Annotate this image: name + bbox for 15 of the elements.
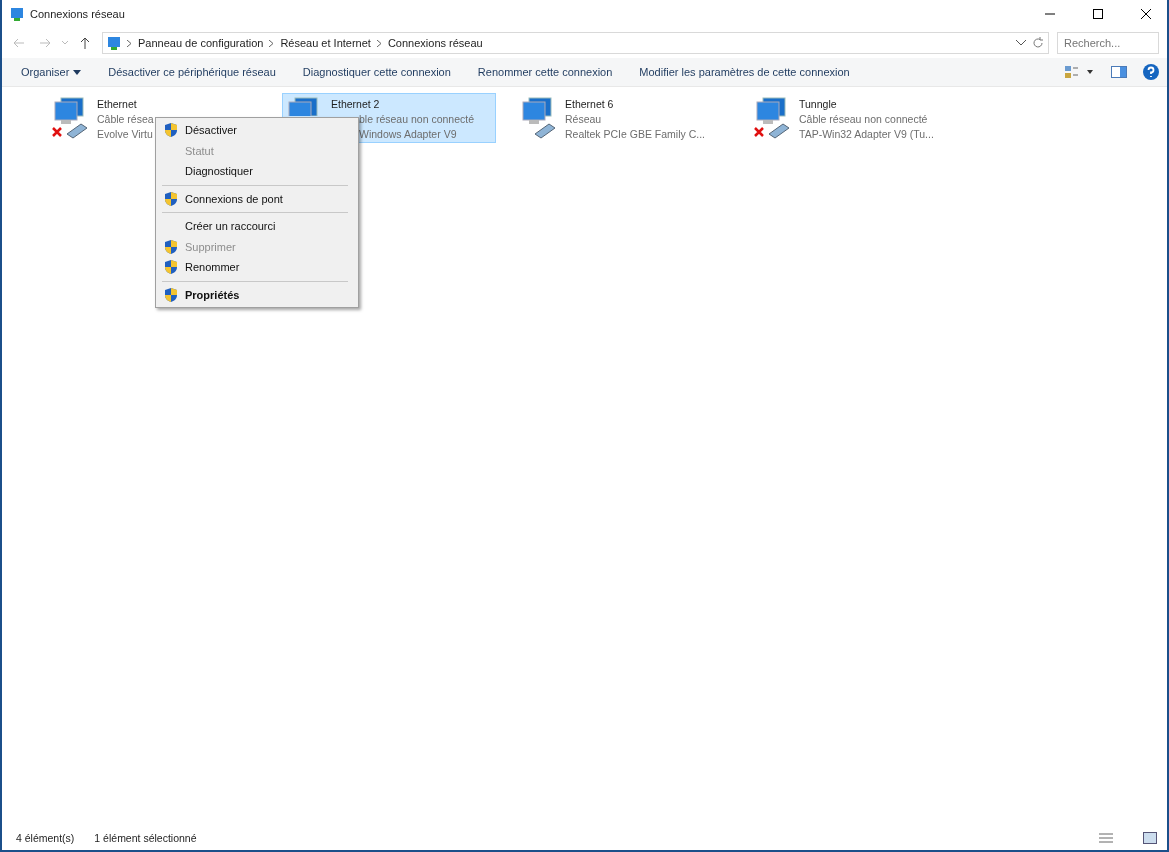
- adapter-name: Realtek PCIe GBE Family C...: [565, 127, 706, 142]
- connection-name: Ethernet: [97, 97, 138, 112]
- connection-status: ble réseau non connecté: [358, 112, 474, 127]
- window-title: Connexions réseau: [30, 8, 126, 20]
- adapter-name: Windows Adapter V9: [358, 127, 458, 142]
- item-count: 4 élément(s): [16, 832, 75, 844]
- connection-name: Ethernet 6: [565, 97, 615, 112]
- adapter-name: Evolve Virtu: [97, 127, 154, 142]
- connection-status: Câble résea: [97, 112, 154, 127]
- connection-name: Ethernet 2: [331, 97, 381, 112]
- connection-status: Câble réseau non connecté: [799, 112, 929, 127]
- selection-count: 1 élément sélectionné: [94, 832, 197, 844]
- connection-status: Réseau: [565, 112, 603, 127]
- adapter-name: TAP-Win32 Adapter V9 (Tu...: [799, 127, 934, 142]
- connection-name: Tunngle: [799, 97, 838, 112]
